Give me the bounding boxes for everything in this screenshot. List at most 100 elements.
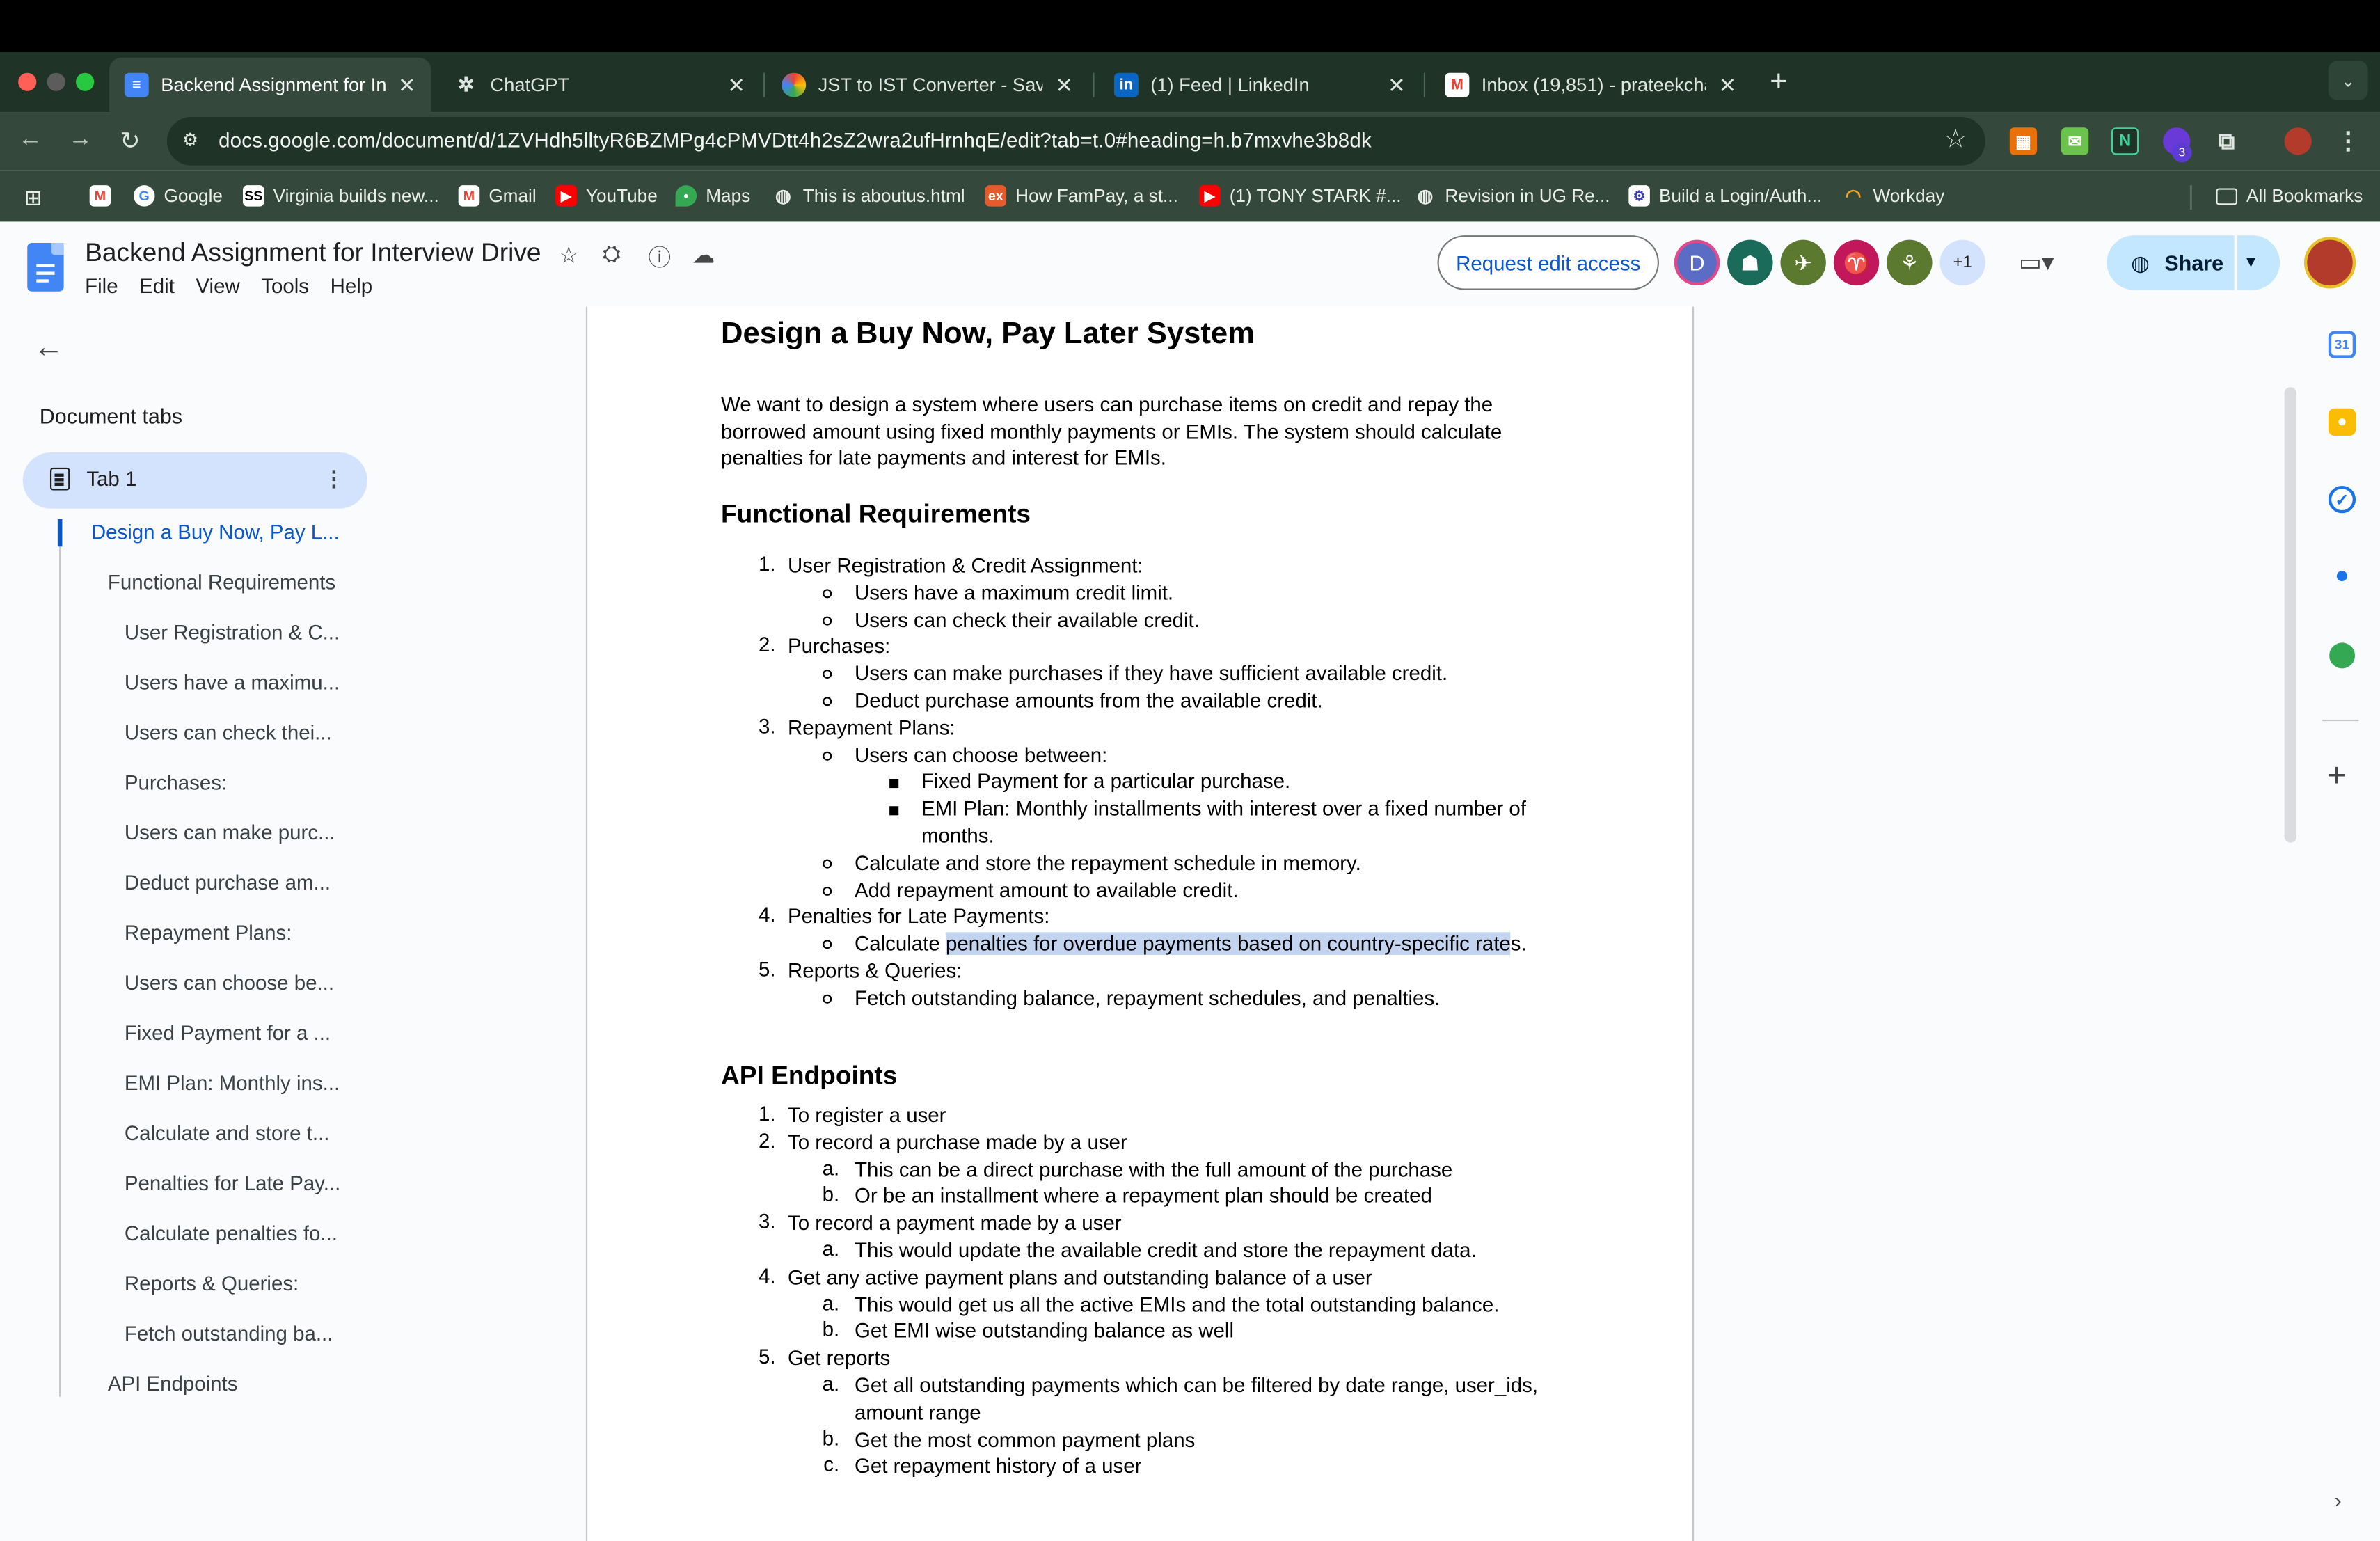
document-title[interactable]: Backend Assignment for Interview Drive xyxy=(85,238,541,269)
browser-tab-converter[interactable]: JST to IST Converter - Savvy ✕ xyxy=(766,58,1088,113)
address-bar[interactable]: ⚙ docs.google.com/document/d/1ZVHdh5llty… xyxy=(166,116,1985,166)
outline-item[interactable]: User Registration & C... xyxy=(125,621,340,644)
reload-icon[interactable]: ↻ xyxy=(120,126,140,157)
cloud-status-icon[interactable]: ☁ xyxy=(692,242,715,269)
notion-extension-icon[interactable]: N xyxy=(2111,127,2139,155)
collaborator-avatar-2[interactable]: ☗ xyxy=(1727,239,1773,286)
bookmark-tonystark[interactable]: ▶ (1) TONY STARK #... xyxy=(1199,185,1402,207)
extensions-puzzle-icon[interactable]: ⧉ xyxy=(2213,127,2240,155)
collaborator-avatar-4[interactable]: ♈ xyxy=(1833,239,1880,286)
outline-item[interactable]: Functional Requirements xyxy=(108,571,335,594)
browser-menu-icon[interactable]: ⋮ xyxy=(2335,127,2362,155)
bookmark-aboutus[interactable]: ◍ This is aboutus.html xyxy=(772,185,965,207)
request-edit-access-button[interactable]: Request edit access xyxy=(1437,235,1659,290)
outline-item[interactable]: Reports & Queries: xyxy=(125,1272,299,1295)
browser-tab-docs[interactable]: ≡ Backend Assignment for Inter ✕ xyxy=(109,57,431,113)
bookmark-gmail-icon-only[interactable]: M xyxy=(89,185,120,207)
site-info-icon[interactable]: ⚙ xyxy=(182,129,207,153)
close-tab-icon[interactable]: ✕ xyxy=(727,72,745,98)
bookmark-workday[interactable]: ◠ Workday xyxy=(1843,185,1945,207)
all-bookmarks[interactable]: All Bookmarks xyxy=(2216,185,2363,207)
outline-item[interactable]: Users have a maximu... xyxy=(125,671,340,694)
outline-item[interactable]: Users can check thei... xyxy=(125,721,332,744)
extension-icon-2[interactable]: ✉ xyxy=(2061,127,2089,155)
outline-item[interactable]: Deduct purchase am... xyxy=(125,871,331,894)
document-tab-1[interactable]: Tab 1 ⋮ xyxy=(22,452,367,509)
close-window-button[interactable] xyxy=(18,72,37,91)
forward-arrow-icon[interactable]: → xyxy=(68,126,93,153)
document-page[interactable]: Design a Buy Now, Pay Later System We wa… xyxy=(585,306,1695,1541)
outline-item[interactable]: Users can make purc... xyxy=(125,821,335,844)
close-tab-icon[interactable]: ✕ xyxy=(1388,72,1406,98)
list-item: Get the most common payment plans xyxy=(854,1428,1196,1452)
collaborator-avatar-d[interactable]: D xyxy=(1674,239,1720,286)
tasks-icon[interactable]: ✓ xyxy=(2328,486,2356,514)
list-number: 4. xyxy=(758,1265,776,1288)
account-avatar[interactable] xyxy=(2303,237,2356,289)
outline-item[interactable]: Purchases: xyxy=(125,771,227,794)
close-tab-icon[interactable]: ✕ xyxy=(1055,72,1073,98)
apps-grid-icon[interactable]: ⊞ xyxy=(24,185,42,211)
menu-edit[interactable]: Edit xyxy=(139,275,175,298)
back-arrow-icon[interactable]: ← xyxy=(33,331,64,366)
bookmark-label: Google xyxy=(164,185,223,207)
bookmark-star-icon[interactable]: ☆ xyxy=(1944,125,1967,155)
list-letter: a. xyxy=(822,1237,840,1261)
get-add-ons-icon[interactable]: + xyxy=(2327,756,2347,796)
outline-item[interactable]: Users can choose be... xyxy=(125,972,334,995)
close-tab-icon[interactable]: ✕ xyxy=(1719,72,1737,98)
bookmark-fampay[interactable]: ex How FamPay, a st... xyxy=(985,185,1178,207)
share-dropdown-icon[interactable]: ▾ xyxy=(2246,251,2255,272)
profile-avatar[interactable] xyxy=(2284,127,2312,155)
tab-search-button[interactable]: ⌄ xyxy=(2328,61,2368,100)
extension-icon-1[interactable]: ▦ xyxy=(2009,127,2038,155)
docs-home-icon[interactable] xyxy=(27,243,64,292)
collaborator-avatar-3[interactable]: ✈ xyxy=(1780,239,1826,286)
show-side-panel-icon[interactable]: › xyxy=(2335,1488,2342,1512)
bookmark-maps[interactable]: • Maps xyxy=(675,185,750,207)
outline-item[interactable]: API Endpoints xyxy=(108,1373,238,1396)
move-to-drive-icon[interactable]: ⛭ xyxy=(603,242,621,267)
close-tab-icon[interactable]: ✕ xyxy=(398,72,416,98)
star-icon[interactable]: ☆ xyxy=(559,242,579,269)
keep-icon[interactable]: ● xyxy=(2328,408,2356,436)
meet-video-icon[interactable]: ▭▾ xyxy=(2019,248,2054,278)
more-options-icon[interactable]: ⋮ xyxy=(324,466,345,492)
menu-file[interactable]: File xyxy=(85,275,118,298)
folder-icon xyxy=(2216,187,2237,205)
contacts-icon[interactable]: ● xyxy=(2329,563,2356,590)
bookmark-youtube[interactable]: ▶ YouTube xyxy=(555,185,658,207)
menu-tools[interactable]: Tools xyxy=(261,275,309,298)
bookmark-google[interactable]: G Google xyxy=(133,185,223,207)
all-bookmarks-label: All Bookmarks xyxy=(2246,185,2363,207)
menu-help[interactable]: Help xyxy=(331,275,373,298)
bookmark-gmail[interactable]: M Gmail xyxy=(458,185,537,207)
document-scrollbar[interactable] xyxy=(2284,387,2297,843)
outline-item[interactable]: Fixed Payment for a ... xyxy=(125,1022,331,1045)
outline-item[interactable]: Design a Buy Now, Pay L... xyxy=(91,521,340,544)
bookmark-revision[interactable]: ◍ Revision in UG Re... xyxy=(1415,185,1610,207)
minimize-window-button[interactable] xyxy=(47,72,65,91)
browser-tab-chatgpt[interactable]: ✲ ChatGPT ✕ xyxy=(438,58,760,113)
browser-tab-gmail[interactable]: M Inbox (19,851) - prateekchand ✕ xyxy=(1430,58,1752,113)
outline-item[interactable]: Repayment Plans: xyxy=(125,922,292,945)
back-arrow-icon[interactable]: ← xyxy=(18,126,42,153)
list-item: This can be a direct purchase with the f… xyxy=(854,1158,1453,1182)
outline-item[interactable]: Penalties for Late Pay... xyxy=(125,1172,340,1195)
zoom-window-button[interactable] xyxy=(76,72,95,91)
bookmark-build-login[interactable]: ⚙ Build a Login/Auth... xyxy=(1628,185,1822,207)
browser-tab-linkedin[interactable]: in (1) Feed | LinkedIn ✕ xyxy=(1099,58,1420,113)
outline-item[interactable]: Calculate and store t... xyxy=(125,1122,330,1145)
bookmark-virginia[interactable]: SS Virginia builds new... xyxy=(242,185,439,207)
share-button[interactable]: ◍ Share ▾ xyxy=(2107,235,2280,290)
document-info-icon[interactable]: ⓘ xyxy=(648,242,671,274)
more-collaborators-badge[interactable]: +1 xyxy=(1939,239,1985,286)
calendar-icon[interactable]: 31 xyxy=(2328,331,2356,358)
outline-item[interactable]: EMI Plan: Monthly ins... xyxy=(125,1072,340,1095)
new-tab-button[interactable]: + xyxy=(1770,65,1787,100)
outline-item[interactable]: Fetch outstanding ba... xyxy=(125,1322,333,1345)
menu-view[interactable]: View xyxy=(196,275,239,298)
maps-icon[interactable]: ⬤ xyxy=(2329,641,2356,668)
collaborator-avatar-5[interactable]: ⚘ xyxy=(1887,239,1933,286)
outline-item[interactable]: Calculate penalties fo... xyxy=(125,1222,338,1245)
